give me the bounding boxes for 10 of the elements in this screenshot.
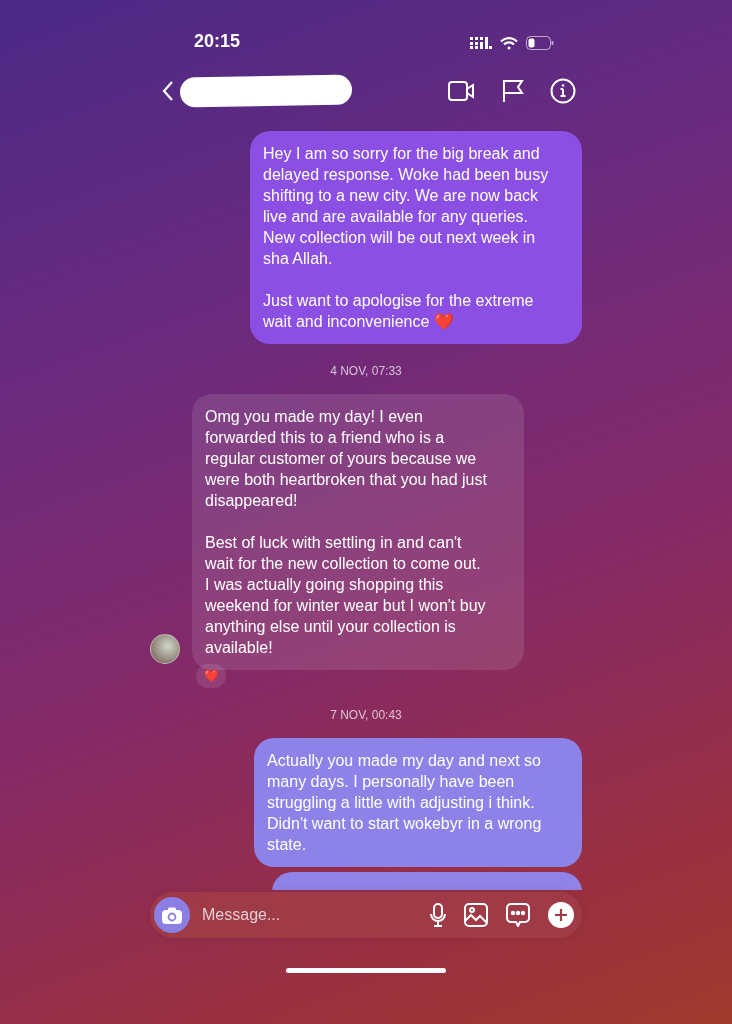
- message-text: Actually you made my day and next so many days. I personally have been struggling a little with adjusting i think. Didn't want to start wokebyr in a wrong state.: [267, 751, 543, 855]
- message-timestamp: 7 NOV, 00:43: [329, 708, 403, 722]
- message-text: Omg you made my day! I even forwarded this to a friend who is a regular customer of yours because we were both heartbroken that you had just disappeared!: [205, 407, 488, 511]
- message-input[interactable]: Message...: [200, 905, 420, 925]
- message-text: Hey I am so sorry for the big break and delayed response. Woke had been busy shifting to a new city. We are now back live and are available for any queries. New collection will be out next week in sha Allah.: [263, 144, 550, 269]
- status-time: 20:15: [194, 31, 241, 53]
- heart-reaction: ❤: [196, 664, 226, 688]
- message-text: Best of luck with settling in and can't wait for the new collection to come out. I was actually going shopping this weekend for winter wear but I won't buy anything else until your collection is available!: [205, 533, 487, 658]
- message-timestamp: 4 NOV, 07:33: [329, 364, 403, 378]
- message-text: Just want to apologise for the extreme wait and inconvenience ❤: [263, 291, 535, 332]
